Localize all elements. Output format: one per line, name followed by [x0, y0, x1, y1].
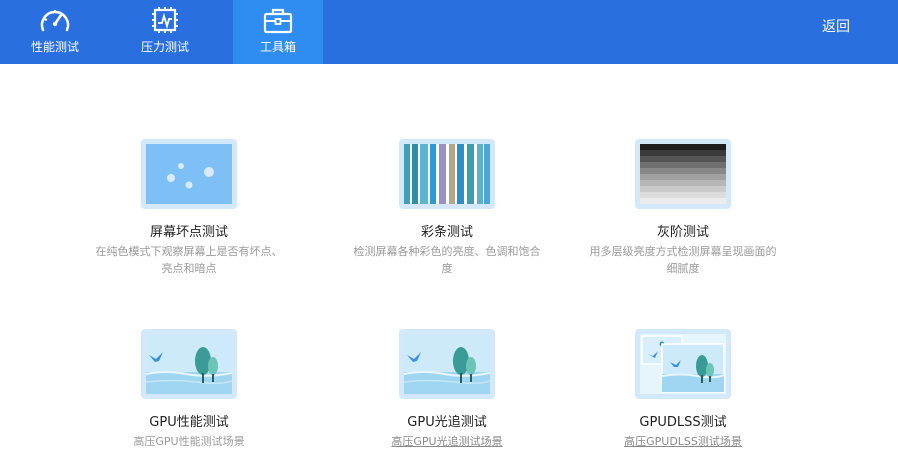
back-button[interactable]: 返回	[822, 16, 850, 36]
tool-dead-pixel-desc: 在纯色模式下观察屏幕上是否有坏点、亮点和暗点	[95, 245, 283, 275]
tool-color-bars-desc: 检测屏幕各种彩色的亮度、色调和饱合度	[353, 245, 541, 275]
tool-grayscale-title: 灰阶测试	[656, 225, 709, 240]
tab-stress-label: 压力测试	[140, 40, 189, 54]
tool-gpu-performance-desc: 高压GPU性能测试场景	[133, 435, 245, 448]
color-bars-icon	[404, 144, 490, 204]
tool-dead-pixel-title: 屏幕坏点测试	[149, 225, 228, 240]
top-bar: 性能测试 压力测试 工具箱 返回	[0, 0, 898, 64]
chip-icon	[152, 7, 178, 33]
tab-performance[interactable]: 性能测试	[10, 0, 100, 64]
gauge-icon	[40, 10, 70, 32]
gpu-raytracing-thumbnail	[399, 329, 495, 399]
dead-pixel-icon	[146, 144, 232, 204]
tab-toolbox[interactable]: 工具箱	[233, 0, 323, 64]
tool-gpu-dlss-desc: 高压GPUDLSS测试场景	[624, 435, 742, 448]
toolbox-icon	[263, 8, 293, 34]
gpu-dlss-thumbnail	[635, 329, 731, 399]
color-bars-thumbnail	[399, 139, 495, 209]
dead-pixel-thumbnail	[141, 139, 237, 209]
grayscale-thumbnail	[635, 139, 731, 209]
tool-grayscale-desc: 用多层级亮度方式检测屏幕呈现画面的细腻度	[589, 245, 777, 275]
tab-toolbox-label: 工具箱	[259, 40, 296, 54]
landscape-icon	[146, 334, 232, 394]
tool-gpu-raytracing-desc: 高压GPU光追测试场景	[391, 435, 503, 448]
grayscale-icon	[640, 144, 726, 204]
tool-gpu-performance-title: GPU性能测试	[149, 415, 229, 430]
tab-stress[interactable]: 压力测试	[120, 0, 210, 64]
gpu-performance-thumbnail	[141, 329, 237, 399]
tab-performance-label: 性能测试	[30, 40, 79, 54]
tool-color-bars-title: 彩条测试	[420, 225, 473, 240]
dlss-landscape-icon	[640, 334, 726, 394]
landscape-icon	[404, 334, 490, 394]
tool-gpu-dlss-title: GPUDLSS测试	[639, 415, 727, 430]
tool-gpu-raytracing-title: GPU光追测试	[407, 415, 487, 430]
